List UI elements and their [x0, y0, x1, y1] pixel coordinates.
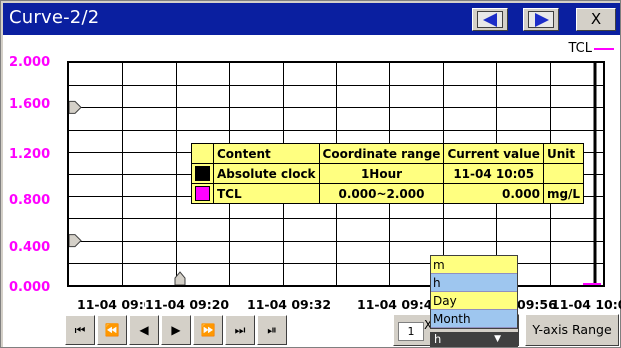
- title-bar: Curve-2/2 X: [3, 3, 620, 35]
- info-content: TCL: [213, 183, 320, 204]
- x-tick-label: 11-04 09:20: [145, 297, 230, 312]
- info-content: Absolute clock: [213, 163, 320, 184]
- y-cursor-marker-icon: [69, 234, 82, 248]
- close-button[interactable]: X: [576, 8, 616, 31]
- info-header-unit: Unit: [542, 143, 585, 164]
- fast-forward-button[interactable]: ⏩: [193, 315, 223, 345]
- time-unit-selected: h: [434, 332, 442, 346]
- fast-back-button[interactable]: ⏪: [97, 315, 127, 345]
- info-swatch-cell: [191, 163, 214, 184]
- curve-panel: TCL 2.000 1.600 1.200 0.800 0.400 0.000 …: [3, 35, 621, 347]
- info-swatch-cell: [191, 183, 214, 204]
- time-unit-select[interactable]: h ▼: [430, 332, 518, 347]
- dropdown-option-month[interactable]: Month: [431, 310, 517, 328]
- step-back-button[interactable]: ◀: [129, 315, 159, 345]
- curve-info-table: Content Coordinate range Current value U…: [191, 143, 585, 204]
- tcl-color-swatch[interactable]: [195, 186, 210, 201]
- next-curve-button[interactable]: [523, 8, 559, 31]
- window-title: Curve-2/2: [9, 7, 100, 28]
- legend-line: [594, 48, 614, 50]
- dropdown-option-h[interactable]: h: [431, 274, 517, 292]
- y-tick-label: 2.000: [9, 55, 51, 70]
- jump-to-start-icon: ⏮: [74, 323, 86, 337]
- x-tick-label: 11-04 09:4: [357, 297, 433, 312]
- y-tick-label: 1.600: [9, 97, 51, 112]
- curve-window: Curve-2/2 X TCL 2.000 1.600 1.200 0.800 …: [0, 0, 621, 348]
- info-unit: [542, 163, 585, 184]
- info-header-row: Content Coordinate range Current value U…: [191, 143, 585, 164]
- step-forward-button[interactable]: ▶: [161, 315, 191, 345]
- info-value: 11-04 10:05: [443, 163, 544, 184]
- left-arrow-icon: [483, 13, 497, 27]
- info-header-range: Coordinate range: [318, 143, 445, 164]
- info-range: 1Hour: [318, 163, 445, 184]
- clock-color-swatch[interactable]: [195, 166, 210, 181]
- step-forward-icon: ▶: [171, 323, 181, 337]
- chevron-down-icon: ▼: [494, 334, 501, 344]
- fast-forward-icon: ⏩: [200, 323, 216, 337]
- previous-curve-button[interactable]: [472, 8, 508, 31]
- jump-to-end-button[interactable]: ⏭: [225, 315, 255, 345]
- play-pause-icon: ⏯: [267, 323, 277, 337]
- dropdown-option-day[interactable]: Day: [431, 292, 517, 310]
- time-unit-dropdown-list: m h Day Month: [430, 255, 518, 329]
- x-tick-label: 11-04 10:08: [551, 297, 621, 312]
- info-range: 0.000~2.000: [318, 183, 445, 204]
- info-value: 0.000: [443, 183, 544, 204]
- jump-to-end-icon: ⏭: [234, 323, 246, 337]
- info-row: Absolute clock 1Hour 11-04 10:05: [191, 163, 585, 184]
- info-header-content: Content: [213, 143, 320, 164]
- play-pause-button[interactable]: ⏯: [257, 315, 287, 345]
- jump-to-start-button[interactable]: ⏮: [65, 315, 95, 345]
- x-tick-label: 11-04 09:32: [247, 297, 332, 312]
- y-tick-label: 0.800: [9, 193, 51, 208]
- right-arrow-icon: [535, 13, 549, 27]
- info-header-swatch: [191, 143, 214, 164]
- x-axis-number-field[interactable]: 1: [398, 322, 424, 341]
- dropdown-option-m[interactable]: m: [431, 256, 517, 274]
- y-cursor-marker-icon: [69, 100, 82, 114]
- legend-label: TCL: [568, 41, 593, 56]
- y-tick-label: 0.000: [9, 280, 51, 295]
- fast-back-icon: ⏪: [104, 323, 120, 337]
- y-tick-label: 1.200: [9, 147, 51, 162]
- y-tick-label: 0.400: [9, 240, 51, 255]
- info-header-value: Current value: [443, 143, 544, 164]
- y-axis-range-button[interactable]: Y-axis Range: [525, 314, 619, 346]
- step-back-icon: ◀: [139, 323, 149, 337]
- info-unit: mg/L: [542, 183, 585, 204]
- info-row: TCL 0.000~2.000 0.000 mg/L: [191, 183, 585, 204]
